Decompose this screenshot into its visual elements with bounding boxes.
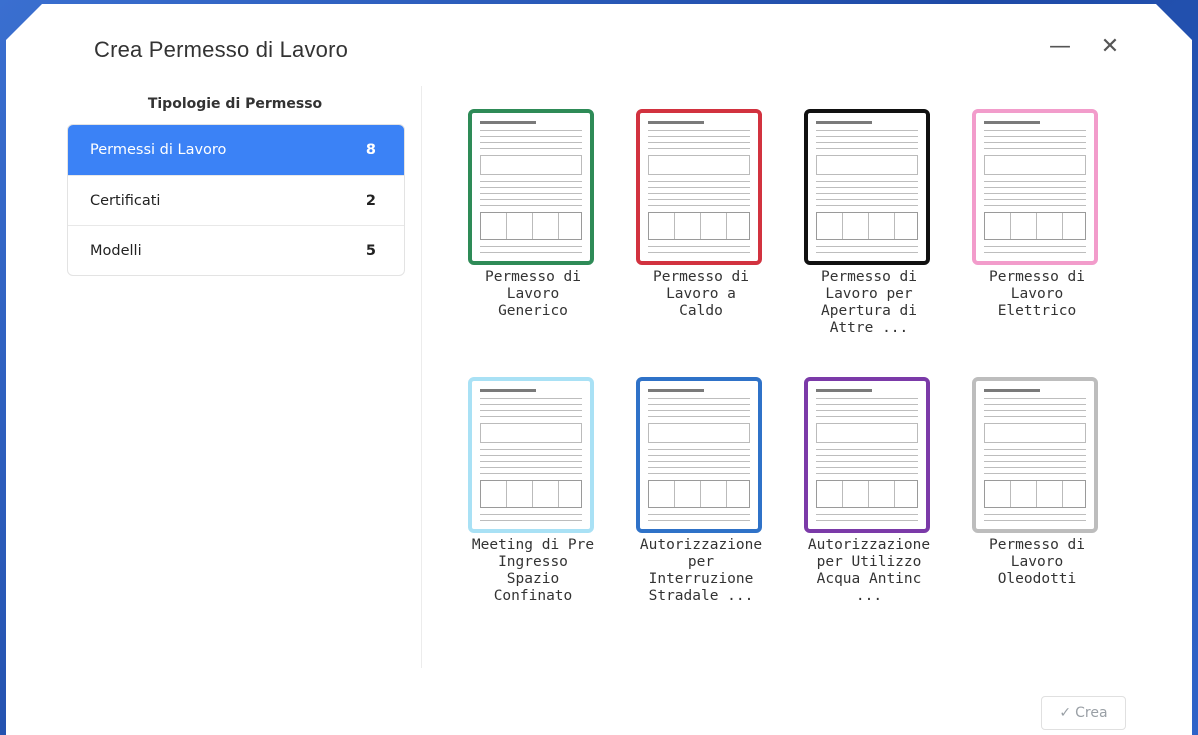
document-preview <box>984 389 1086 521</box>
sidebar-item-certificati[interactable]: Certificati 2 <box>68 175 404 225</box>
document-preview <box>648 389 750 521</box>
template-thumbnail <box>804 377 930 533</box>
crea-button[interactable]: ✓ Crea <box>1041 696 1126 730</box>
dialog-title: Crea Permesso di Lavoro <box>94 37 349 62</box>
sidebar-item-permessi-di-lavoro[interactable]: Permessi di Lavoro 8 <box>68 125 404 175</box>
sidebar-item-label: Modelli <box>90 242 142 259</box>
minimize-icon[interactable]: — <box>1047 34 1073 60</box>
close-icon[interactable]: ✕ <box>1097 34 1123 60</box>
template-card[interactable]: Permesso di Lavoro Oleodotti <box>962 377 1112 588</box>
template-card[interactable]: Permesso di Lavoro a Caldo <box>626 109 776 320</box>
template-label: Permesso di Lavoro Oleodotti <box>988 537 1086 587</box>
template-thumbnail <box>636 377 762 533</box>
template-card[interactable]: Permesso di Lavoro Generico <box>458 109 608 320</box>
document-preview <box>480 389 582 521</box>
template-card[interactable]: Permesso di Lavoro Elettrico <box>962 109 1112 320</box>
document-preview <box>648 121 750 253</box>
template-label: Autorizzazione per Interruzione Stradale… <box>639 537 763 604</box>
document-preview <box>984 121 1086 253</box>
template-label: Autorizzazione per Utilizzo Acqua Antinc… <box>807 537 931 604</box>
template-label: Meeting di Pre Ingresso Spazio Confinato <box>471 537 595 604</box>
template-thumbnail <box>468 377 594 533</box>
sidebar-item-count: 2 <box>365 192 376 209</box>
template-thumbnail <box>972 377 1098 533</box>
create-permit-dialog: Crea Permesso di Lavoro — ✕ Tipologie di… <box>6 4 1192 735</box>
sidebar-item-modelli[interactable]: Modelli 5 <box>68 225 404 275</box>
sidebar-item-label: Certificati <box>90 192 161 209</box>
template-thumbnail <box>636 109 762 265</box>
check-icon: ✓ <box>1059 705 1072 721</box>
sidebar-item-label: Permessi di Lavoro <box>90 142 227 158</box>
template-thumbnail <box>972 109 1098 265</box>
template-label: Permesso di Lavoro per Apertura di Attre… <box>820 269 918 336</box>
sidebar-item-count: 8 <box>365 142 376 158</box>
template-card[interactable]: Meeting di Pre Ingresso Spazio Confinato <box>458 377 608 605</box>
document-preview <box>816 389 918 521</box>
document-preview <box>816 121 918 253</box>
template-thumbnail <box>804 109 930 265</box>
template-card[interactable]: Autorizzazione per Utilizzo Acqua Antinc… <box>794 377 944 605</box>
panel-divider <box>421 86 422 668</box>
template-label: Permesso di Lavoro a Caldo <box>652 269 750 319</box>
sidebar-item-count: 5 <box>365 242 376 259</box>
template-card[interactable]: Permesso di Lavoro per Apertura di Attre… <box>794 109 944 337</box>
sidebar-title: Tipologie di Permesso <box>147 96 323 112</box>
template-card[interactable]: Autorizzazione per Interruzione Stradale… <box>626 377 776 605</box>
crea-button-label: Crea <box>1075 705 1108 721</box>
template-label: Permesso di Lavoro Generico <box>484 269 582 319</box>
template-label: Permesso di Lavoro Elettrico <box>988 269 1086 319</box>
document-preview <box>480 121 582 253</box>
permit-type-list: Permessi di Lavoro 8 Certificati 2 Model… <box>67 124 405 276</box>
template-thumbnail <box>468 109 594 265</box>
